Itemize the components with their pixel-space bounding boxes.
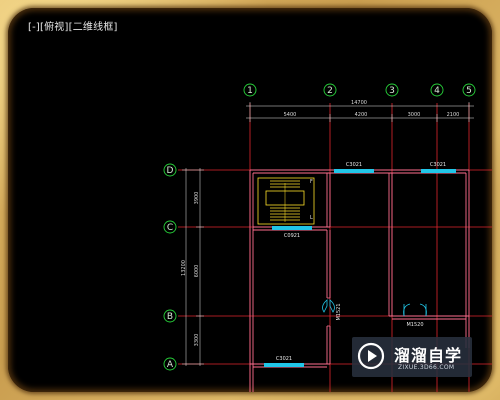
axis-label-B: B: [167, 312, 173, 322]
door-tag-2: M1520: [406, 322, 423, 328]
dimension-top-2: 4200: [355, 112, 368, 118]
dimension-left-3: 3300: [194, 334, 200, 347]
dimension-top-3: 3000: [408, 112, 421, 118]
floor-plan-drawing[interactable]: 1 2 3 4 5 D C B A 14700 5400 4200 3000 2…: [8, 8, 492, 392]
axis-label-A: A: [167, 360, 174, 370]
window-bottom: [264, 363, 304, 367]
dimension-top-4: 2100: [447, 112, 460, 118]
axis-label-3: 3: [389, 86, 395, 96]
window-tag-top-1: C3021: [346, 162, 362, 168]
dimension-total-top: 14700: [351, 100, 367, 106]
axis-label-D: D: [167, 166, 174, 176]
window-tag-stair: C0921: [284, 233, 300, 239]
window-stair: [272, 226, 312, 230]
viewport-label[interactable]: [-][俯视][二维线框]: [28, 18, 118, 33]
dimension-left-1: 3900: [194, 192, 200, 205]
axis-label-2: 2: [327, 86, 333, 96]
door-tag-1: M1521: [336, 303, 342, 320]
dimension-left-2: 6000: [194, 265, 200, 278]
axis-label-5: 5: [466, 86, 472, 96]
window-top-1: [334, 169, 374, 173]
watermark: 溜溜自学 ZIXUE.3D66.COM: [352, 337, 472, 377]
dimension-total-left: 13200: [181, 260, 187, 276]
axis-label-C: C: [167, 223, 173, 233]
window-tag-bottom: C3021: [276, 356, 292, 362]
stair-dn-mark: L: [310, 215, 313, 221]
window-top-2: [421, 169, 456, 173]
cad-viewport[interactable]: 1 2 3 4 5 D C B A 14700 5400 4200 3000 2…: [8, 8, 492, 392]
axis-bubbles-left: D C B A: [163, 163, 177, 371]
axis-label-4: 4: [434, 86, 440, 96]
axis-label-1: 1: [247, 86, 253, 96]
watermark-url: ZIXUE.3D66.COM: [398, 364, 455, 371]
play-logo-icon: [357, 342, 385, 370]
watermark-brand: 溜溜自学: [394, 346, 463, 365]
stair: [257, 177, 315, 225]
window-tag-top-2: C3021: [430, 162, 446, 168]
stair-up-mark: F: [310, 179, 313, 185]
axis-bubbles-top: 1 2 3 4 5: [243, 83, 476, 97]
dimension-top-1: 5400: [284, 112, 297, 118]
